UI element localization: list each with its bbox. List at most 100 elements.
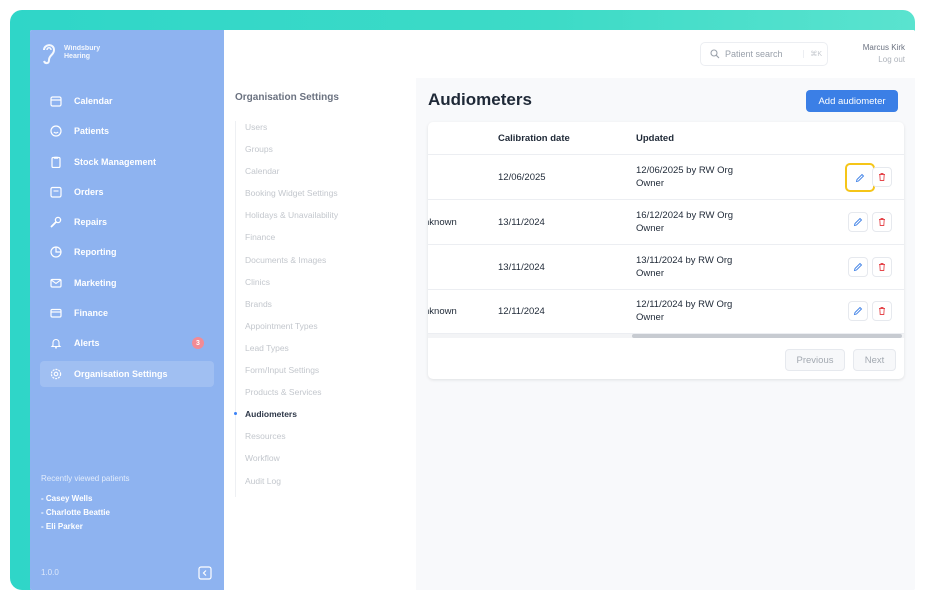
subnav-item-form-input-settings[interactable]: Form/Input Settings [245,364,338,386]
horizontal-scrollbar-thumb[interactable] [632,334,902,338]
sidebar-item-label: Patients [74,126,110,137]
page-title: Audiometers [428,90,532,109]
pencil-icon [853,262,863,272]
search-icon [710,49,720,59]
table-header: Calibration date Updated [428,122,904,155]
table-row: nknown 13/11/2024 16/12/2024 by RW Org O… [428,200,904,245]
search-label: Patient search [725,49,783,59]
app-window: Windsbury Hearing Calendar Patients Stoc… [30,30,915,590]
recent-patients-title: Recently viewed patients [41,474,130,483]
sidebar-item-label: Stock Management [74,156,157,167]
collapse-sidebar-icon[interactable] [198,566,212,580]
subnav-item-audiometers[interactable]: Audiometers [233,408,338,430]
updated-line: 16/12/2024 by RW Org [636,210,733,221]
pencil-icon [853,306,863,316]
table-row: nknown 12/11/2024 12/11/2024 by RW Org O… [428,289,904,334]
sidebar-item-finance[interactable]: Finance [40,300,214,326]
sidebar-item-label: Alerts [74,338,100,349]
delete-button[interactable] [872,301,892,321]
logout-link[interactable]: Log out [863,54,905,66]
settings-subnav-title: Organisation Settings [235,92,339,103]
patient-search-button[interactable]: Patient search ⌘K [700,42,828,66]
sidebar-item-alerts[interactable]: Alerts 3 [40,330,214,356]
subnav-item-holidays-unavailability[interactable]: Holidays & Unavailability [245,209,338,231]
subnav-item-groups[interactable]: Groups [245,143,338,165]
settings-subnav: Organisation Settings Users Groups Calen… [224,78,416,590]
top-bar: Patient search ⌘K Marcus Kirk Log out [224,30,915,78]
edit-button[interactable] [848,212,868,232]
sidebar-item-label: Orders [74,186,104,197]
pencil-icon [855,173,865,182]
column-header-calibration-date[interactable]: Calibration date [498,133,570,144]
sidebar-item-label: Repairs [74,217,108,228]
subnav-item-clinics[interactable]: Clinics [245,276,338,298]
next-page-button[interactable]: Next [853,349,896,371]
subnav-item-finance[interactable]: Finance [245,231,338,253]
sidebar-item-patients[interactable]: Patients [40,118,214,144]
add-audiometer-button[interactable]: Add audiometer [806,90,898,112]
audiometers-table: Calibration date Updated 12/06/2025 12/0… [428,122,904,379]
delete-button[interactable] [872,257,892,277]
calibration-date-cell: 12/11/2024 [498,306,545,317]
subnav-item-calendar[interactable]: Calendar [245,165,338,187]
calibration-date-cell: 13/11/2024 [498,217,545,228]
table-row: 12/06/2025 12/06/2025 by RW Org Owner [428,155,904,200]
bell-icon [50,339,62,350]
brand-line2: Hearing [64,53,91,60]
subnav-item-lead-types[interactable]: Lead Types [245,342,338,364]
updated-cell: 12/06/2025 by RW Org Owner [636,164,746,190]
sidebar-item-repairs[interactable]: Repairs [40,209,214,235]
subnav-item-products-services[interactable]: Products & Services [245,386,338,408]
trash-icon [879,263,885,271]
status-cell: nknown [428,217,457,228]
sidebar-item-reporting[interactable]: Reporting [40,239,214,265]
edit-button[interactable] [848,301,868,321]
brand-line1: Windsbury [64,45,101,52]
delete-button[interactable] [872,212,892,232]
sidebar-item-marketing[interactable]: Marketing [40,270,214,296]
wrench-icon [50,216,62,228]
main-content: Audiometers Add audiometer Calibration d… [416,78,915,590]
sidebar-item-stock-management[interactable]: Stock Management [40,149,214,175]
sidebar-item-label: Finance [74,308,109,319]
credit-card-icon [50,308,62,318]
subnav-item-resources[interactable]: Resources [245,430,338,452]
subnav-item-booking-widget-settings[interactable]: Booking Widget Settings [245,187,338,209]
recent-patient-link[interactable]: - Charlotte Beattie [41,508,130,517]
sidebar-item-label: Marketing [74,277,117,288]
updated-line: Owner [636,268,664,279]
chart-pie-icon [50,246,62,259]
sidebar-item-label: Calendar [74,96,113,106]
recent-patient-link[interactable]: - Eli Parker [41,522,130,531]
search-shortcut: ⌘K [803,50,822,58]
app-frame: Windsbury Hearing Calendar Patients Stoc… [10,10,915,590]
subnav-item-workflow[interactable]: Workflow [245,452,338,474]
calendar-icon [50,96,62,107]
edit-button[interactable] [845,163,875,192]
previous-page-button[interactable]: Previous [785,349,845,371]
recent-patient-link[interactable]: - Casey Wells [41,494,130,503]
subnav-item-appointment-types[interactable]: Appointment Types [245,320,338,342]
trash-icon [879,218,885,226]
calibration-date-cell: 13/11/2024 [498,262,545,273]
updated-cell: 12/11/2024 by RW Org Owner [636,298,746,324]
updated-line: Owner [636,312,664,323]
updated-line: 13/11/2024 by RW Org [636,255,733,266]
recent-patients: Recently viewed patients - Casey Wells -… [41,474,130,536]
sidebar-item-organisation-settings[interactable]: Organisation Settings [40,360,214,387]
sidebar-item-orders[interactable]: Orders [40,179,214,205]
subnav-item-documents-images[interactable]: Documents & Images [245,254,338,276]
sidebar: Windsbury Hearing Calendar Patients Stoc… [30,30,224,590]
envelope-icon [50,278,62,288]
delete-button[interactable] [872,167,892,187]
column-header-updated[interactable]: Updated [636,133,674,144]
subnav-item-audit-log[interactable]: Audit Log [245,475,338,497]
sidebar-item-calendar[interactable]: Calendar [40,88,214,114]
edit-button[interactable] [848,257,868,277]
subnav-item-brands[interactable]: Brands [245,298,338,320]
brand-logo[interactable]: Windsbury Hearing [40,40,100,66]
sidebar-item-label: Reporting [74,247,117,258]
trash-icon [879,307,885,315]
subnav-item-users[interactable]: Users [245,121,338,143]
updated-line: Owner [636,223,664,234]
